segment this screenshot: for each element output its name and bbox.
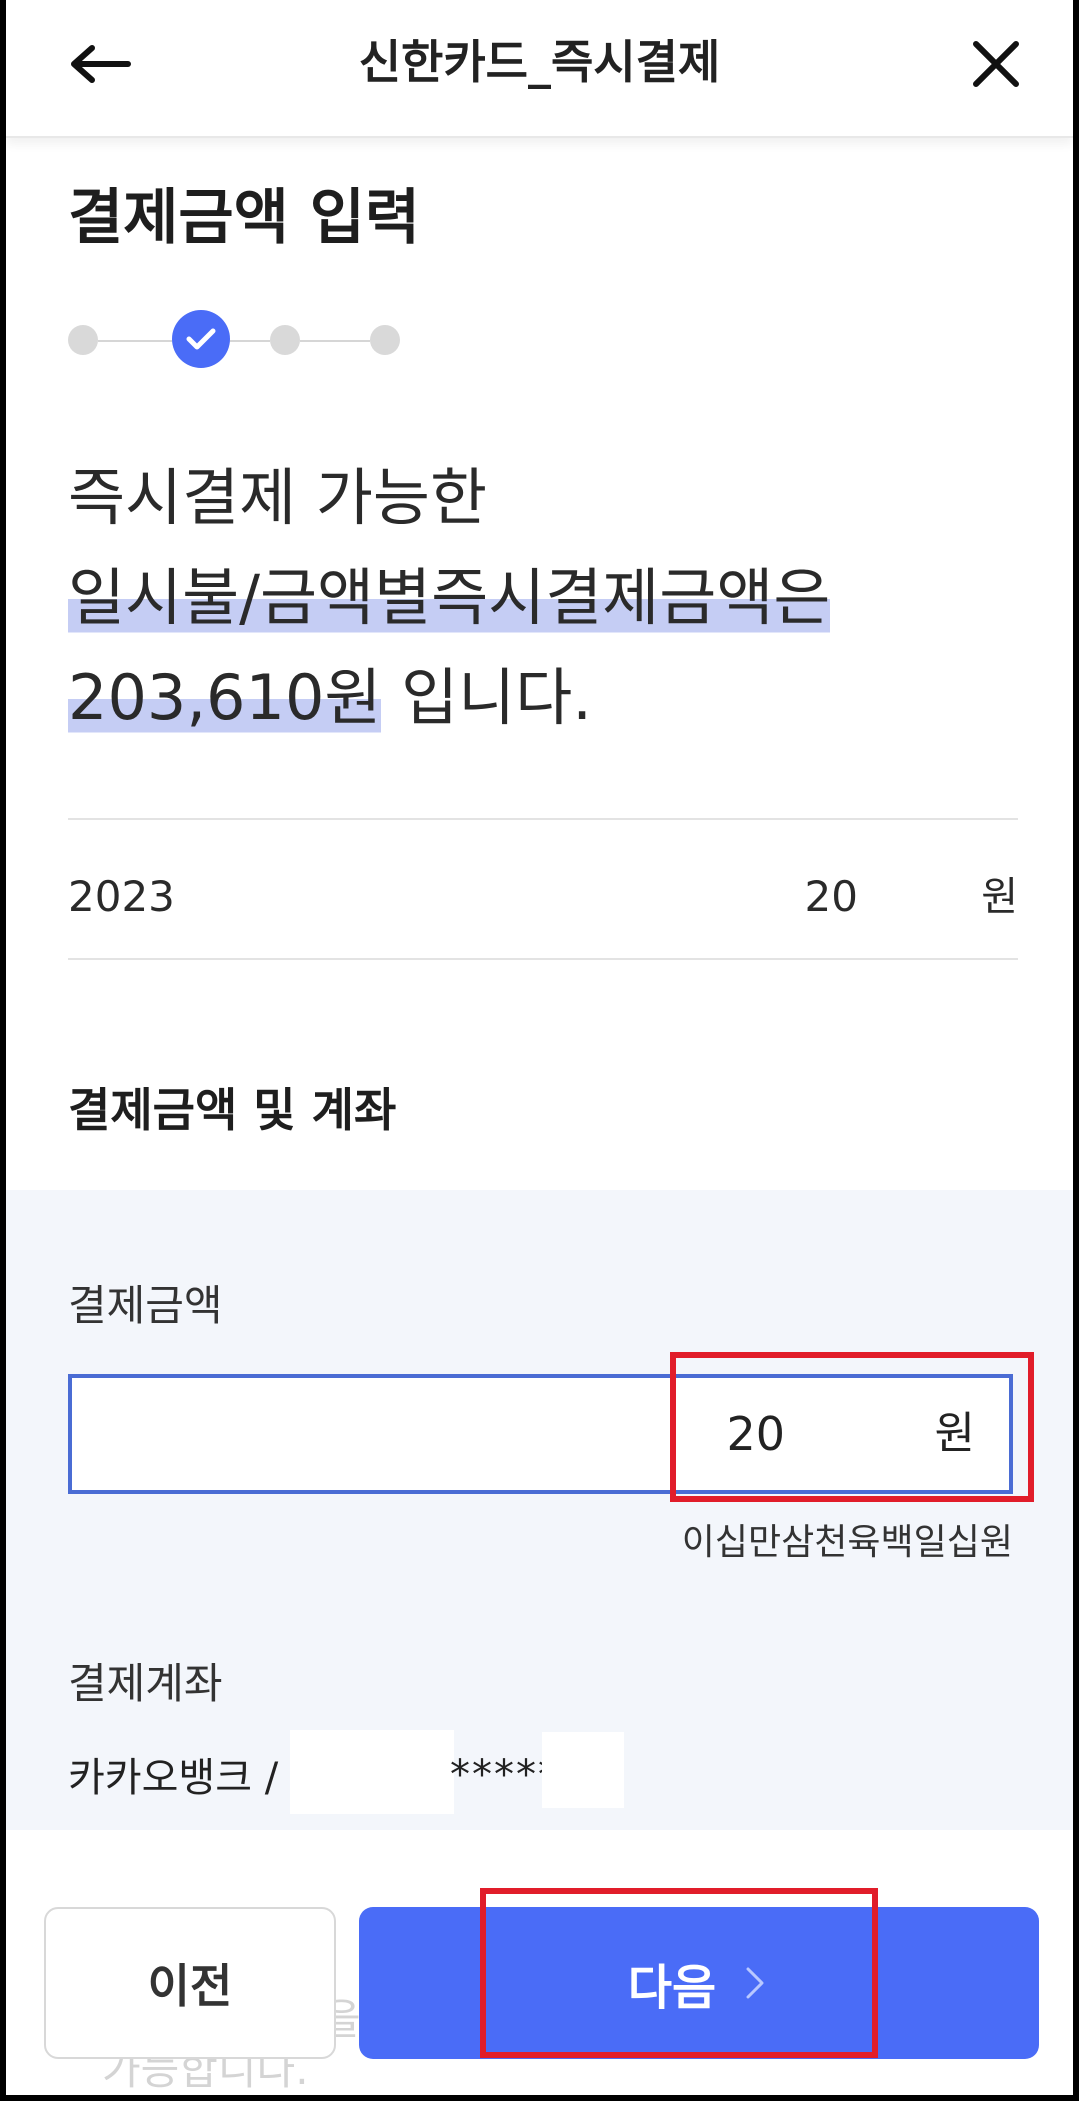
divider [68, 818, 1018, 820]
progress-stepper [68, 310, 448, 370]
section-heading: 결제금액 입력 [68, 183, 421, 253]
redaction-block [542, 1732, 624, 1808]
close-icon [973, 41, 1019, 87]
prev-button[interactable]: 이전 [44, 1907, 336, 2059]
amount-label: 결제금액 [68, 1281, 223, 1330]
headline-line-2: 일시불/금액별즉시결제금액은 [68, 548, 831, 648]
payable-amount: 203,610원 [68, 661, 382, 734]
step-connector [98, 340, 172, 342]
close-button[interactable] [966, 34, 1026, 94]
annotation-box-next [480, 1888, 878, 2058]
account-label: 결제계좌 [68, 1659, 223, 1708]
headline-line-3: 203,610원 입니다. [68, 648, 830, 748]
summary-row: 2023 20 원 [68, 862, 1018, 932]
step-connector [230, 340, 270, 342]
summary-unit: 원 [981, 874, 1018, 920]
headline-suffix: 입니다. [381, 661, 592, 734]
step-dot-2-active [172, 310, 230, 368]
page-title: 신한카드_즉시결제 [358, 35, 721, 89]
step-dot-1 [68, 325, 98, 355]
headline-line-1: 즉시결제 가능한 [68, 461, 487, 534]
app-screen: 신한카드_즉시결제 결제금액 입력 즉시결제 가능한 일시불/금액별즉시결제금액… [6, 0, 1073, 2095]
back-button[interactable] [66, 34, 136, 94]
divider [68, 958, 1018, 960]
step-dot-3 [270, 325, 300, 355]
step-connector [300, 340, 370, 342]
arrow-left-icon [71, 45, 131, 83]
step-dot-4 [370, 325, 400, 355]
check-icon [186, 328, 216, 350]
annotation-box-amount [670, 1352, 1034, 1502]
payment-section-title: 결제금액 및 계좌 [68, 1083, 397, 1137]
payable-amount-message: 즉시결제 가능한 일시불/금액별즉시결제금액은 203,610원 입니다. [68, 448, 831, 748]
account-bank: 카카오뱅크 / [68, 1755, 279, 1801]
amount-in-korean: 이십만삼천육백일십원 [681, 1522, 1013, 1563]
summary-label: 2023 [68, 872, 175, 921]
app-bar: 신한카드_즉시결제 [6, 0, 1073, 138]
headline-highlight: 일시불/금액별즉시결제금액은 [68, 561, 831, 634]
summary-amount: 20 [804, 872, 858, 921]
redaction-block [290, 1730, 454, 1814]
